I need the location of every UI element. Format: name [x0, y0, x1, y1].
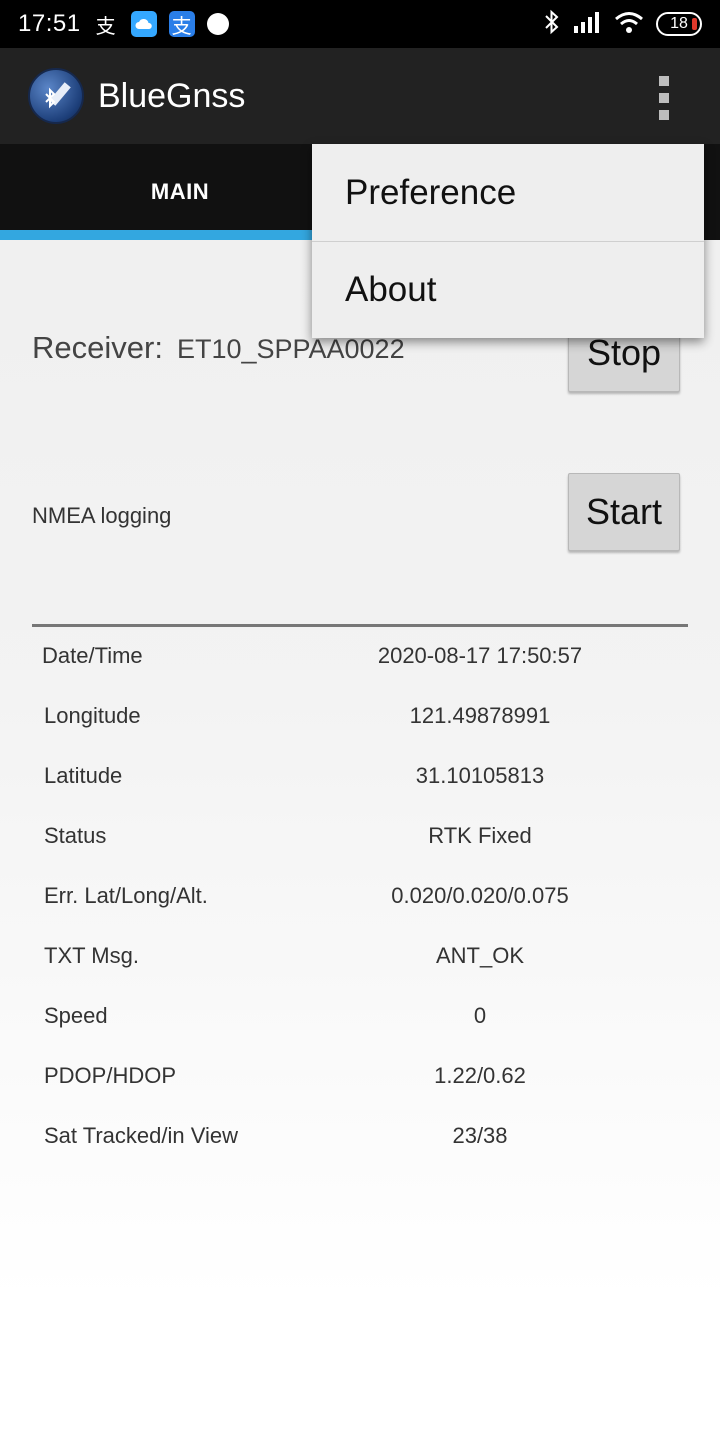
overflow-popup-menu: Preference About: [312, 144, 704, 338]
dot-icon: [206, 13, 229, 35]
info-table: Date/Time 2020-08-17 17:50:57 Longitude …: [0, 626, 720, 1166]
info-value: 31.10105813: [415, 763, 545, 788]
info-label: Sat Tracked/in View: [44, 1123, 239, 1148]
table-row: Date/Time 2020-08-17 17:50:57: [0, 626, 720, 686]
info-value: 121.49878991: [409, 703, 551, 728]
start-button[interactable]: Start: [568, 473, 680, 551]
info-value: 23/38: [452, 1123, 508, 1148]
table-row: Sat Tracked/in View 23/38: [0, 1106, 720, 1166]
info-label: TXT Msg.: [44, 943, 139, 968]
table-row: TXT Msg. ANT_OK: [0, 926, 720, 986]
status-bar: 17:51 支 支 18: [0, 0, 720, 48]
table-row: Latitude 31.10105813: [0, 746, 720, 806]
cloud-icon: [130, 11, 157, 37]
table-row: PDOP/HDOP 1.22/0.62: [0, 1046, 720, 1106]
bluetooth-icon: [544, 9, 560, 40]
menu-item-about[interactable]: About: [312, 241, 704, 338]
info-label: Status: [44, 823, 107, 848]
satellite-bluetooth-icon: [28, 68, 84, 124]
info-label: Date/Time: [42, 643, 143, 668]
alipay-icon: 支: [95, 15, 116, 38]
info-value: RTK Fixed: [428, 823, 532, 848]
info-label: Longitude: [44, 703, 141, 728]
tab-indicator: [0, 230, 360, 240]
info-label: Speed: [44, 1003, 108, 1028]
tab-main[interactable]: MAIN: [0, 144, 360, 240]
info-label: PDOP/HDOP: [44, 1063, 177, 1088]
info-value: 1.22/0.62: [434, 1063, 526, 1088]
nmea-logging-label: NMEA logging: [32, 503, 172, 528]
table-row: Speed 0: [0, 986, 720, 1046]
battery-icon: 18: [656, 12, 702, 36]
wifi-icon: [614, 10, 644, 39]
info-value: 2020-08-17 17:50:57: [377, 643, 583, 668]
table-row: Err. Lat/Long/Alt. 0.020/0.020/0.075: [0, 866, 720, 926]
info-label: Latitude: [44, 763, 123, 788]
alipay-icon: 支: [168, 11, 195, 38]
table-row: Status RTK Fixed: [0, 806, 720, 866]
info-value: 0: [473, 1003, 487, 1028]
table-row: Longitude 121.49878991: [0, 686, 720, 746]
menu-item-preference[interactable]: Preference: [312, 144, 704, 241]
status-time: 17:51: [18, 10, 81, 37]
app-bar: BlueGnss: [0, 48, 720, 144]
receiver-label: Receiver:: [32, 330, 163, 365]
overflow-menu-icon[interactable]: [652, 76, 676, 120]
info-value: 0.020/0.020/0.075: [391, 883, 569, 908]
info-label: Err. Lat/Long/Alt.: [44, 883, 208, 908]
signal-icon: [572, 10, 602, 39]
app-title: BlueGnss: [98, 76, 246, 115]
receiver-value: ET10_SPPAA0022: [176, 334, 405, 364]
info-value: ANT_OK: [435, 943, 525, 968]
